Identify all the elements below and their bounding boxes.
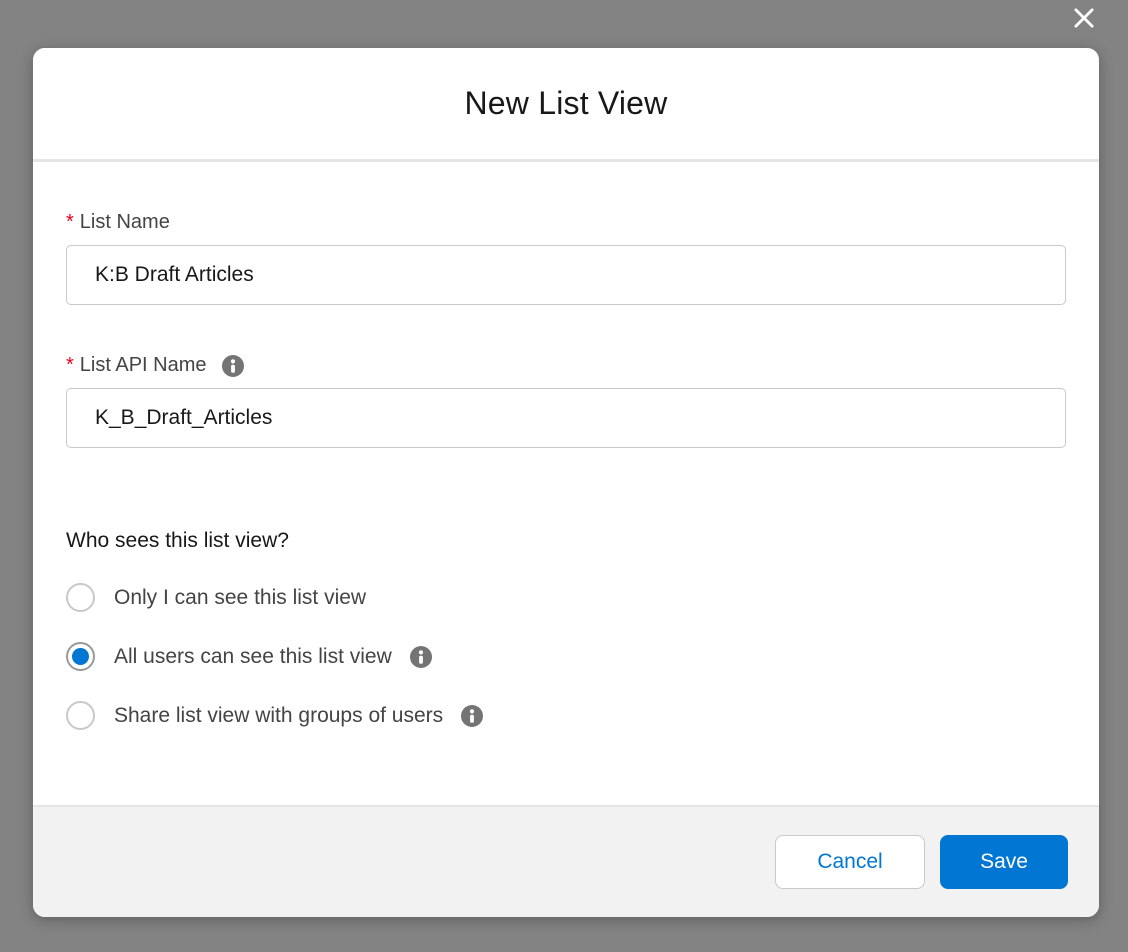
info-icon[interactable]	[410, 646, 432, 668]
radio-option-label: All users can see this list view	[114, 645, 392, 669]
info-icon[interactable]	[222, 355, 244, 377]
cancel-button[interactable]: Cancel	[775, 835, 925, 889]
save-button[interactable]: Save	[940, 835, 1068, 889]
close-button[interactable]	[1069, 3, 1099, 33]
required-asterisk: *	[66, 354, 74, 377]
info-icon[interactable]	[461, 705, 483, 727]
radio-option-label: Share list view with groups of users	[114, 704, 443, 728]
radio-button[interactable]	[66, 642, 95, 671]
list-api-name-label: * List API Name	[66, 354, 1066, 377]
radio-option-all-users-can-see[interactable]: All users can see this list view	[66, 642, 1066, 671]
dialog-title: New List View	[465, 85, 668, 122]
close-icon	[1071, 5, 1097, 31]
visibility-question: Who sees this list view?	[66, 529, 1066, 553]
dialog-footer: Cancel Save	[33, 805, 1099, 917]
list-api-name-input[interactable]	[66, 388, 1066, 448]
new-list-view-dialog: New List View * List Name * List API Nam…	[33, 48, 1099, 917]
dialog-header: New List View	[33, 48, 1099, 162]
list-api-name-label-text: List API Name	[80, 354, 207, 377]
radio-dot	[72, 648, 89, 665]
required-asterisk: *	[66, 211, 74, 234]
dialog-body: * List Name * List API Name Who sees thi…	[33, 162, 1099, 805]
radio-option-label: Only I can see this list view	[114, 586, 366, 610]
radio-button[interactable]	[66, 701, 95, 730]
list-name-label: * List Name	[66, 211, 1066, 234]
list-name-label-text: List Name	[80, 211, 170, 234]
list-name-input[interactable]	[66, 245, 1066, 305]
radio-option-only-i-can-see[interactable]: Only I can see this list view	[66, 583, 1066, 612]
radio-option-share-with-groups[interactable]: Share list view with groups of users	[66, 701, 1066, 730]
radio-button[interactable]	[66, 583, 95, 612]
